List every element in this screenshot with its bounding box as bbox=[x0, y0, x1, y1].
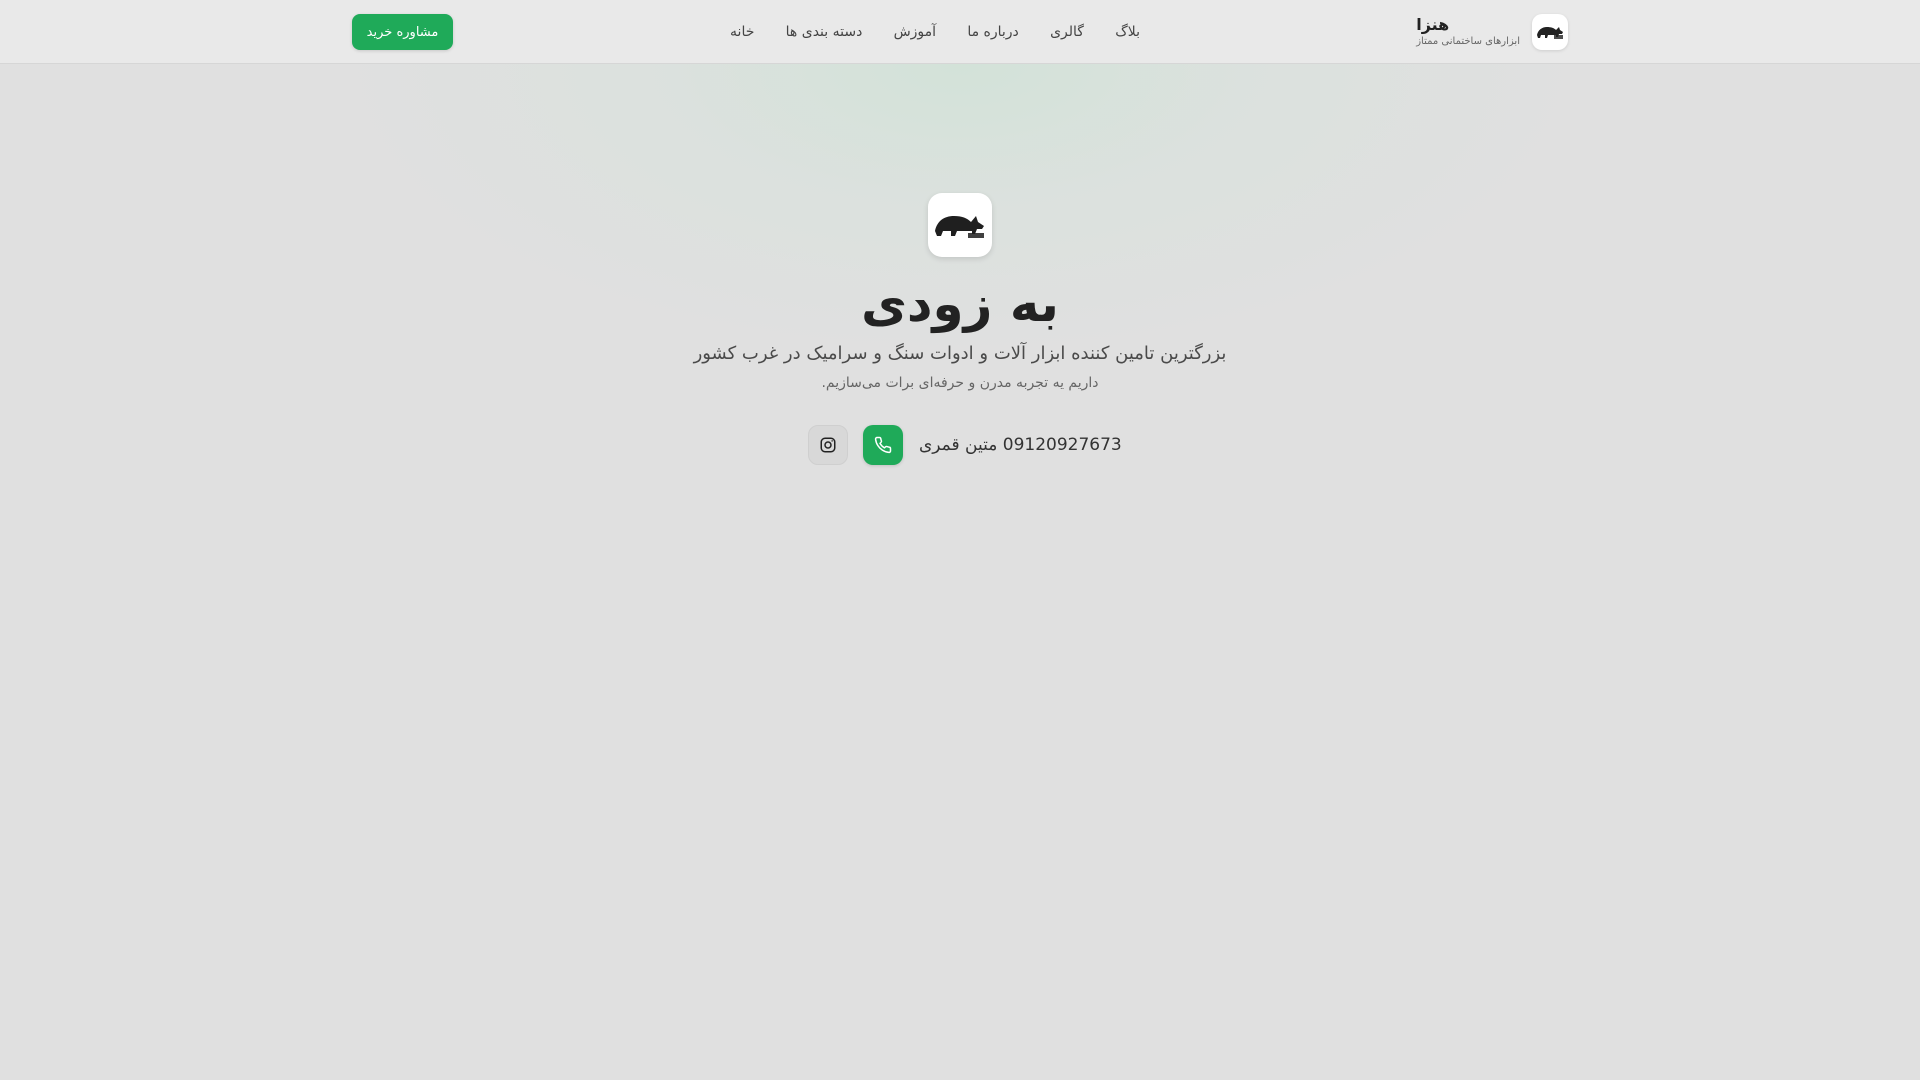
brand[interactable]: هنزا ابزارهای ساختمانی ممتاز bbox=[1416, 14, 1568, 50]
contact-row: 09120927673 متین قمری bbox=[808, 425, 1122, 465]
nav-item-tutorials[interactable]: آموزش bbox=[894, 20, 936, 44]
contact-phone-name: 09120927673 متین قمری bbox=[919, 435, 1122, 455]
brand-tagline: ابزارهای ساختمانی ممتاز bbox=[1416, 36, 1520, 47]
hero-description: داریم یه تجربه مدرن و حرفه‌ای برات می‌سا… bbox=[821, 375, 1099, 391]
hero-subtitle: بزرگترین تامین کننده ابزار آلات و ادوات … bbox=[693, 343, 1227, 364]
nav-item-categories[interactable]: دسته بندی ها bbox=[786, 20, 863, 44]
instagram-button[interactable] bbox=[808, 425, 848, 465]
brand-text: هنزا ابزارهای ساختمانی ممتاز bbox=[1416, 15, 1520, 49]
nav-item-about[interactable]: درباره ما bbox=[967, 20, 1018, 44]
rhino-logo-icon bbox=[1532, 14, 1568, 50]
main-nav: خانه دسته بندی ها آموزش درباره ما گالری … bbox=[730, 20, 1140, 44]
hero-title: به زودی bbox=[861, 275, 1059, 333]
call-button[interactable] bbox=[863, 425, 903, 465]
purchase-consultation-button[interactable]: مشاوره خرید bbox=[352, 14, 453, 50]
nav-item-blog[interactable]: بلاگ bbox=[1115, 20, 1140, 44]
brand-name: هنزا bbox=[1416, 15, 1450, 34]
nav-item-gallery[interactable]: گالری bbox=[1050, 20, 1084, 44]
site-header: هنزا ابزارهای ساختمانی ممتاز خانه دسته ب… bbox=[0, 0, 1920, 64]
nav-item-home[interactable]: خانه bbox=[730, 20, 754, 44]
phone-icon bbox=[874, 436, 892, 454]
instagram-icon bbox=[819, 436, 837, 454]
rhino-logo-icon bbox=[928, 193, 992, 257]
